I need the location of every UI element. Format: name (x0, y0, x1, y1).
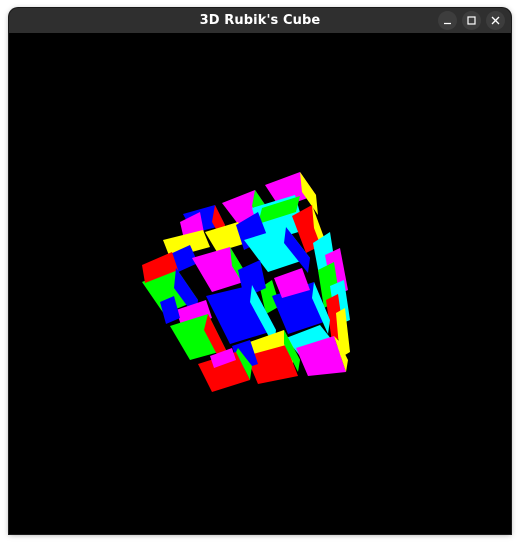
app-window: 3D Rubik's Cube (9, 8, 511, 534)
rubiks-cube (142, 172, 350, 392)
render-canvas[interactable] (9, 33, 511, 534)
rubiks-cube-scene (142, 172, 350, 392)
